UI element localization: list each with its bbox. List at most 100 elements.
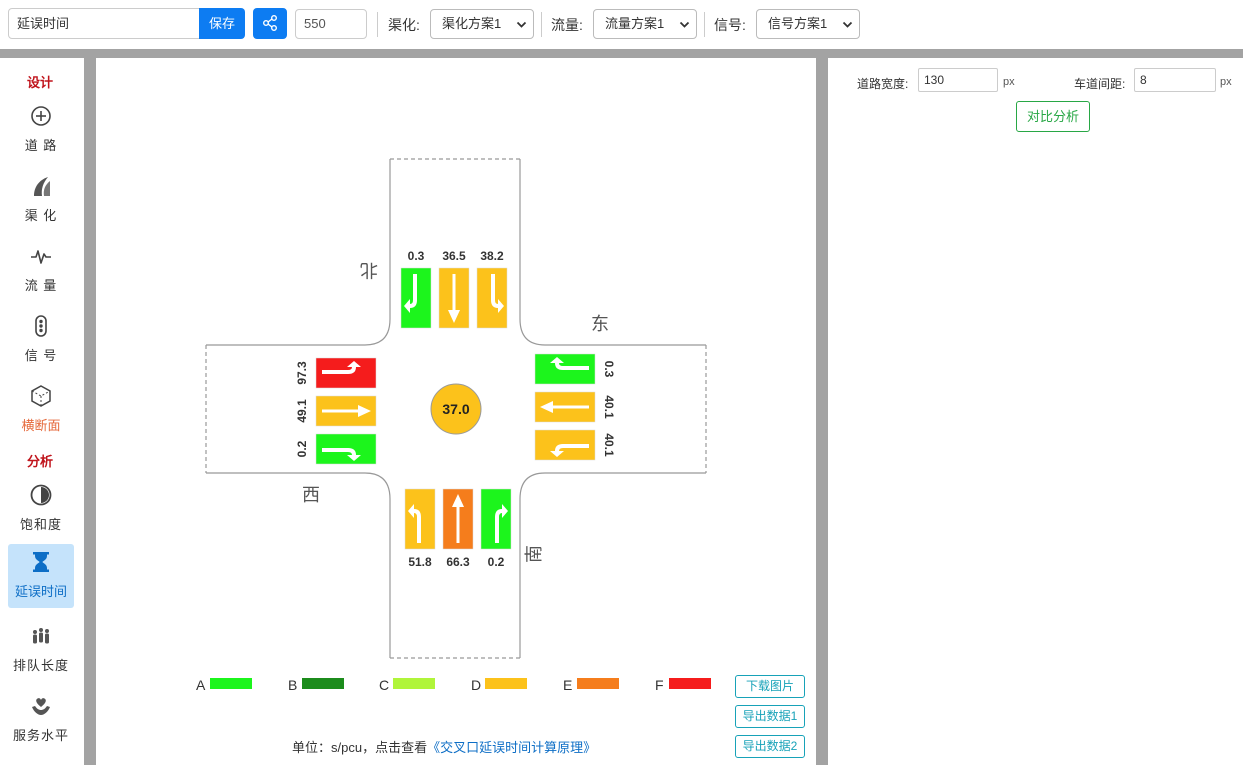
scheme-name-input[interactable]: 延误时间 [8, 8, 200, 39]
sidebar-item-label: 排队长度 [12, 658, 69, 673]
lane-delay-label: 40.1 [602, 433, 616, 457]
sidebar-item-channel[interactable]: 渠 化 [8, 168, 74, 232]
signal-label: 信号: [714, 17, 746, 33]
sidebar-item-saturation[interactable]: 饱和度 [8, 477, 74, 541]
share-icon [263, 15, 277, 31]
direction-label-east: 东 [591, 314, 609, 334]
lane-delay-label: 40.1 [602, 395, 616, 419]
lane-delay-label: 0.3 [408, 249, 425, 263]
toolbar-divider [704, 12, 705, 37]
sidebar-item-flow[interactable]: 流 量 [8, 238, 74, 302]
direction-label-north: 北 [360, 260, 378, 280]
legend-swatch [210, 678, 252, 689]
hourglass-icon [33, 552, 49, 572]
cube-icon [31, 385, 51, 407]
chevron-down-icon [516, 21, 527, 28]
intersection-canvas-panel: 北 东 西 南 0.3 36.5 38.2 97.3 49.1 0.2 0.3 … [96, 58, 816, 765]
lane-spacing-unit: px [1220, 76, 1232, 88]
save-button[interactable]: 保存 [199, 8, 245, 39]
layout-divider-right [816, 58, 828, 765]
analysis-section-title: 分析 [26, 454, 53, 469]
toolbar-divider [377, 12, 378, 37]
pulse-icon [31, 250, 51, 264]
sidebar-item-label: 渠 化 [24, 208, 58, 223]
people-queue-icon [33, 628, 49, 644]
lane-spacing-label: 车道间距: [1074, 77, 1126, 91]
level-legend: A B C D E F [196, 677, 711, 693]
direction-label-west: 西 [302, 485, 320, 505]
sidebar-item-queue-length[interactable]: 排队长度 [8, 618, 74, 682]
legend-swatch [669, 678, 711, 689]
half-circle-icon [30, 484, 52, 506]
legend-swatch [577, 678, 619, 689]
sidebar-item-cross-section[interactable]: 横断面 [8, 378, 74, 442]
road-width-label: 道路宽度: [857, 77, 909, 91]
legend-label: E [563, 677, 572, 693]
road-crosshair-icon [31, 106, 51, 126]
lane-delay-label: 36.5 [442, 249, 466, 263]
signal-select[interactable]: 信号方案1 [756, 9, 860, 39]
sidebar-item-label: 横断面 [21, 418, 61, 433]
lane-delay-label: 0.2 [295, 440, 309, 457]
legend-swatch [302, 678, 344, 689]
sidebar-item-label: 信 号 [24, 348, 58, 363]
legend-swatch [485, 678, 527, 689]
sidebar-item-signal[interactable]: 信 号 [8, 308, 74, 372]
channel-curve-icon [34, 177, 50, 196]
export-data2-button[interactable]: 导出数据2 [735, 735, 805, 758]
lane-delay-label: 49.1 [295, 399, 309, 423]
road-width-input[interactable]: 130 [918, 68, 998, 92]
analysis-settings-panel: 道路宽度: 130 px 车道间距: 8 px 对比分析 [828, 58, 1243, 765]
sidebar-item-label: 流 量 [24, 278, 58, 293]
unit-note: 单位：s/pcu，点击查看《交叉口延误时间计算原理》 [292, 737, 596, 756]
legend-label: C [379, 677, 389, 693]
flow-select[interactable]: 流量方案1 [593, 9, 697, 39]
unit-note-text: 单位：s/pcu，点击查看 [292, 740, 428, 755]
delay-principle-link[interactable]: 《交叉口延误时间计算原理》 [427, 740, 596, 755]
lane-delay-label: 66.3 [446, 555, 470, 569]
lane-spacing-input[interactable]: 8 [1134, 68, 1216, 92]
road-width-unit: px [1003, 76, 1015, 88]
layout-divider-left [84, 58, 96, 765]
north-approach: 0.3 36.5 38.2 [400, 249, 508, 329]
lane-delay-label: 51.8 [408, 555, 432, 569]
top-toolbar: 延误时间 保存 550 渠化: 渠化方案1 流量: 流量方案1 信号: 信号方案… [0, 0, 1243, 49]
flow-label: 流量: [551, 17, 583, 33]
channel-select[interactable]: 渠化方案1 [430, 9, 534, 39]
sidebar: 设计 道 路 渠 化 流 量 信 号 横断面 分析 饱和度 延误时间 排队长度 … [0, 58, 84, 765]
lane-delay-label: 38.2 [480, 249, 504, 263]
channel-label: 渠化: [388, 17, 420, 33]
legend-label: A [196, 677, 206, 693]
traffic-light-icon [35, 315, 47, 337]
legend-label: F [655, 677, 664, 693]
toolbar-divider [541, 12, 542, 37]
chevron-down-icon [679, 21, 690, 28]
canvas-size-input[interactable]: 550 [295, 9, 367, 39]
lane-delay-label: 0.3 [602, 361, 616, 378]
channel-select-value: 渠化方案1 [442, 16, 502, 31]
sidebar-item-label: 道 路 [24, 138, 58, 153]
direction-label-south: 南 [524, 545, 544, 563]
sidebar-item-label: 服务水平 [12, 728, 69, 743]
share-button[interactable] [253, 8, 287, 39]
compare-analysis-button[interactable]: 对比分析 [1016, 101, 1090, 132]
sidebar-item-label: 饱和度 [19, 517, 62, 532]
east-approach: 0.3 40.1 40.1 [534, 353, 616, 461]
chevron-down-icon [842, 21, 853, 28]
sidebar-item-service-level[interactable]: 服务水平 [8, 688, 74, 752]
layout-divider-top [0, 49, 1243, 58]
legend-label: B [288, 677, 297, 693]
center-average-delay: 37.0 [442, 401, 469, 417]
signal-select-value: 信号方案1 [768, 16, 828, 31]
download-image-button[interactable]: 下载图片 [735, 675, 805, 698]
intersection-diagram: 北 东 西 南 0.3 36.5 38.2 97.3 49.1 0.2 0.3 … [196, 158, 711, 693]
south-approach: 51.8 66.3 0.2 [404, 488, 512, 569]
sidebar-item-delay[interactable]: 延误时间 [8, 544, 74, 608]
export-data1-button[interactable]: 导出数据1 [735, 705, 805, 728]
design-section-title: 设计 [26, 75, 53, 90]
west-approach: 97.3 49.1 0.2 [295, 357, 377, 465]
lane-delay-label: 97.3 [295, 361, 309, 385]
sidebar-item-label: 延误时间 [14, 584, 67, 599]
sidebar-item-road[interactable]: 道 路 [8, 98, 74, 162]
hand-heart-icon [32, 698, 50, 715]
